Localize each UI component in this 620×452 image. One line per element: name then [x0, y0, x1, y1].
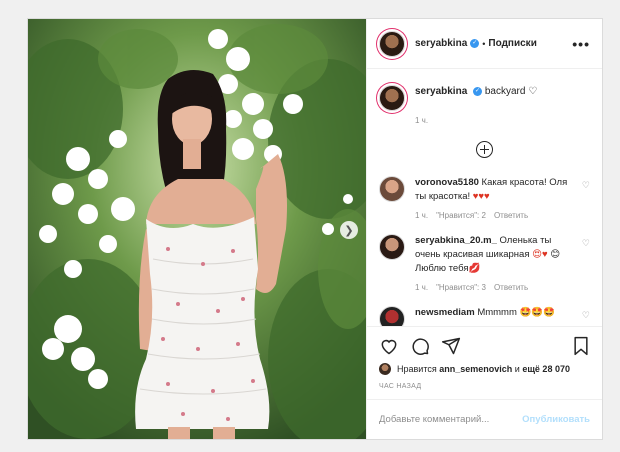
following-button[interactable]: Подписки	[488, 38, 536, 49]
avatar[interactable]	[379, 85, 405, 111]
caption-username[interactable]: seryabkina	[415, 86, 467, 97]
load-more-comments-icon[interactable]	[476, 141, 493, 158]
comment-emoji: 😊	[550, 249, 561, 260]
author-username[interactable]: seryabkina	[415, 38, 467, 49]
verified-badge-icon: ✓	[473, 86, 483, 96]
comment-meta: 1 ч. "Нравится": 2 Ответить	[415, 211, 590, 220]
post-actions: Нравится ann_semenovich и ещё 28 070 ЧАС…	[367, 326, 602, 390]
comment-likes-count[interactable]: "Нравится": 3	[436, 283, 486, 292]
comment-like-heart-icon[interactable]: ♡	[582, 310, 590, 321]
comment-input[interactable]	[379, 414, 523, 425]
comment-like-heart-icon[interactable]: ♡	[582, 180, 590, 191]
post-modal: ❯ seryabkina ✓ • Подписки ••• seryabkina…	[27, 18, 603, 440]
comment-likes-count[interactable]: "Нравится": 2	[436, 211, 486, 220]
caption: seryabkina ✓ backyard ♡	[379, 69, 590, 111]
verified-badge-icon: ✓	[470, 39, 480, 48]
more-options-icon[interactable]: •••	[572, 37, 590, 51]
comment-username[interactable]: newsmediam	[415, 307, 475, 318]
comments-list[interactable]: seryabkina ✓ backyard ♡ 1 ч. voronova518…	[367, 69, 602, 326]
comment-emoji: 🤩🤩🤩	[519, 307, 556, 318]
caption-time: 1 ч.	[415, 116, 429, 125]
likes-count[interactable]: ещё 28 070	[522, 364, 570, 374]
separator: •	[482, 38, 486, 49]
likes-summary: Нравится ann_semenovich и ещё 28 070	[379, 363, 590, 375]
avatar[interactable]	[379, 176, 405, 202]
add-comment-bar: Опубликовать	[367, 399, 602, 439]
likes-username[interactable]: ann_semenovich	[439, 364, 512, 374]
comment-icon[interactable]	[410, 336, 430, 356]
post-side-panel: seryabkina ✓ • Подписки ••• seryabkina ✓…	[366, 19, 602, 439]
avatar[interactable]	[379, 234, 405, 260]
publish-button[interactable]: Опубликовать	[522, 414, 590, 425]
chevron-right-icon[interactable]: ❯	[340, 221, 358, 239]
comment-emoji: 😍♥	[532, 249, 548, 260]
caption-text: backyard	[484, 86, 526, 97]
photo-image	[28, 19, 366, 439]
likes-connector: и	[514, 364, 520, 374]
reply-button[interactable]: Ответить	[494, 211, 528, 220]
comment-username[interactable]: voronova5180	[415, 177, 479, 188]
heart-icon[interactable]	[379, 336, 399, 356]
post-time-ago: ЧАС НАЗАД	[379, 383, 422, 390]
comment-item: voronova5180 Какая красота! Оля ты красо…	[379, 176, 590, 220]
comment-item: seryabkina_20.m_ Оленька ты очень красив…	[379, 234, 590, 292]
comment-text: Mmmmm	[477, 307, 517, 318]
avatar[interactable]	[379, 30, 405, 57]
likes-prefix: Нравится	[397, 364, 437, 374]
post-header: seryabkina ✓ • Подписки •••	[367, 19, 602, 69]
comment-emoji: ♥♥♥	[472, 191, 490, 202]
comment-like-heart-icon[interactable]: ♡	[582, 238, 590, 249]
reply-button[interactable]: Ответить	[494, 283, 528, 292]
bookmark-icon[interactable]	[572, 336, 590, 356]
caption-heart-emoji: ♡	[528, 86, 538, 97]
comment-item: newsmediam Mmmmm 🤩🤩🤩 ♡	[379, 306, 590, 326]
comment-meta: 1 ч. "Нравится": 3 Ответить	[415, 283, 590, 292]
avatar	[379, 363, 391, 375]
comment-text-2: Люблю тебя	[415, 263, 469, 274]
share-icon[interactable]	[441, 336, 461, 356]
comment-emoji: 💋	[468, 263, 481, 274]
comment-username[interactable]: seryabkina_20.m_	[415, 235, 497, 246]
avatar[interactable]	[379, 306, 405, 326]
post-photo[interactable]: ❯	[28, 19, 366, 439]
comment-time: 1 ч.	[415, 211, 429, 220]
comment-time: 1 ч.	[415, 283, 429, 292]
